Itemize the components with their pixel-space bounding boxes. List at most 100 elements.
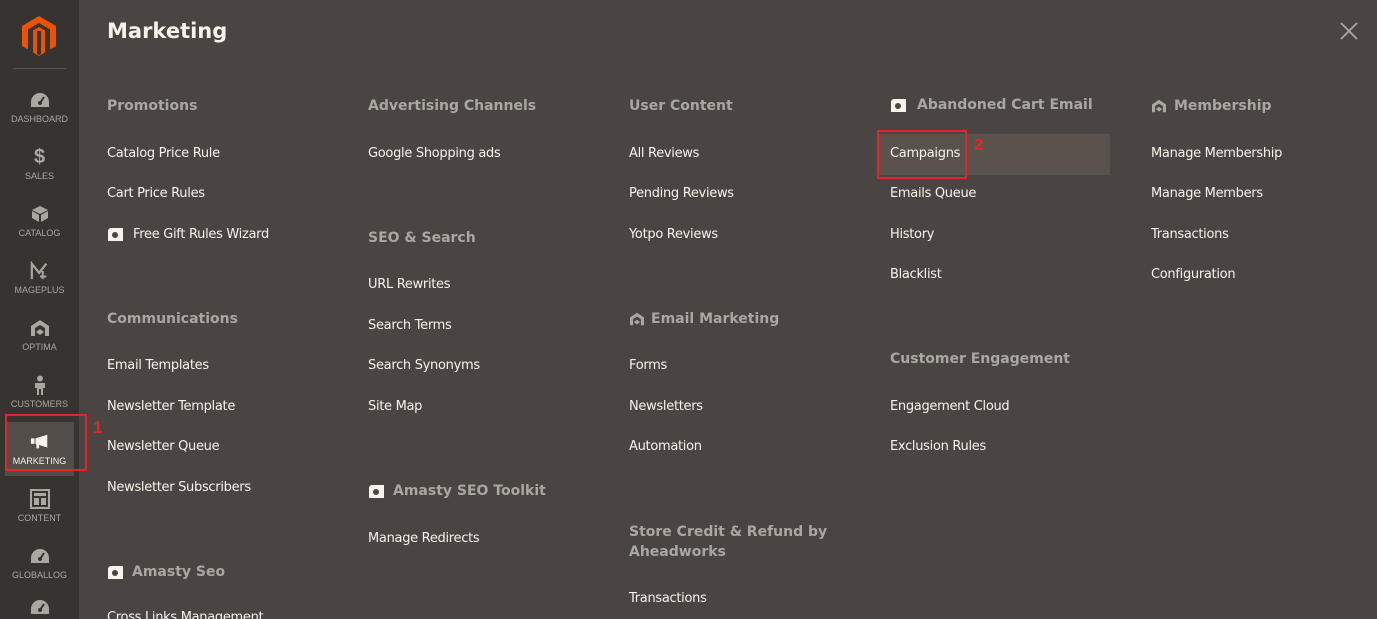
link-cross-links-management[interactable]: Cross Links Management — [107, 610, 264, 619]
link-all-reviews[interactable]: All Reviews — [629, 146, 699, 161]
nav-label: CONTENT — [17, 513, 62, 523]
link-configuration[interactable]: Configuration — [1151, 267, 1236, 282]
link-search-terms[interactable]: Search Terms — [368, 318, 452, 333]
layout-icon — [29, 489, 50, 509]
admin-sidebar: DASHBOARD $ SALES CATALOG MAGEPLUS OPTIM… — [0, 0, 79, 619]
link-label: Catalog Price Rule — [107, 146, 220, 161]
nav-label: MAGEPLUS — [14, 285, 65, 295]
magento-logo-icon[interactable] — [18, 14, 60, 56]
panel-title: Marketing — [107, 19, 228, 43]
link-free-gift-rules-wizard[interactable]: Free Gift Rules Wizard — [107, 227, 269, 242]
link-manage-redirects[interactable]: Manage Redirects — [368, 531, 480, 546]
link-cart-price-rules[interactable]: Cart Price Rules — [107, 186, 205, 201]
nav-item-content[interactable]: CONTENT — [5, 479, 74, 533]
link-automation[interactable]: Automation — [629, 439, 702, 454]
group-title-promotions: Promotions — [107, 98, 198, 114]
link-transactions-store-credit[interactable]: Transactions — [629, 591, 707, 606]
link-label: Exclusion Rules — [890, 439, 986, 454]
group-title-communications: Communications — [107, 311, 238, 327]
nav-item-more[interactable] — [5, 587, 74, 619]
link-label: Free Gift Rules Wizard — [133, 227, 269, 242]
link-newsletters[interactable]: Newsletters — [629, 399, 703, 414]
amasty-logo-icon — [368, 484, 384, 498]
link-transactions-membership[interactable]: Transactions — [1151, 227, 1229, 242]
link-exclusion-rules[interactable]: Exclusion Rules — [890, 439, 986, 454]
group-title-text: Membership — [1174, 98, 1272, 114]
link-label: Cart Price Rules — [107, 186, 205, 201]
link-newsletter-subscribers[interactable]: Newsletter Subscribers — [107, 480, 251, 495]
nav-item-optima[interactable]: OPTIMA — [5, 308, 74, 362]
link-label: Configuration — [1151, 267, 1236, 282]
group-title-membership: Membership — [1151, 98, 1272, 114]
link-label: Search Synonyms — [368, 358, 480, 373]
link-site-map[interactable]: Site Map — [368, 399, 422, 414]
link-label: Email Templates — [107, 358, 209, 373]
link-manage-membership[interactable]: Manage Membership — [1151, 146, 1282, 161]
link-label: Newsletter Template — [107, 399, 236, 414]
group-title-amasty-seo: Amasty Seo — [107, 564, 225, 580]
link-google-shopping-ads[interactable]: Google Shopping ads — [368, 146, 501, 161]
link-emails-queue[interactable]: Emails Queue — [890, 186, 976, 201]
person-icon — [30, 375, 50, 395]
link-label: Cross Links Management — [107, 610, 264, 619]
nav-item-mageplus[interactable]: MAGEPLUS — [5, 251, 74, 305]
link-label: Engagement Cloud — [890, 399, 1010, 414]
nav-item-sales[interactable]: $ SALES — [5, 137, 74, 191]
link-label: Search Terms — [368, 318, 452, 333]
optima-icon — [30, 318, 50, 338]
link-label: All Reviews — [629, 146, 700, 161]
group-title-email-marketing: Email Marketing — [629, 311, 779, 327]
nav-label: CATALOG — [18, 228, 61, 238]
link-label: Yotpo Reviews — [629, 227, 718, 242]
nav-label: SALES — [24, 171, 55, 181]
group-title-amasty-seo-toolkit: Amasty SEO Toolkit — [368, 483, 546, 499]
nav-item-catalog[interactable]: CATALOG — [5, 194, 74, 248]
link-label: Transactions — [629, 591, 707, 606]
optima-icon — [1151, 99, 1167, 113]
link-label: Newsletter Queue — [107, 439, 220, 454]
link-history[interactable]: History — [890, 227, 934, 242]
link-catalog-price-rule[interactable]: Catalog Price Rule — [107, 146, 220, 161]
group-title-store-credit-refund: Store Credit & Refund by Aheadworks — [629, 524, 828, 560]
mageplus-icon — [30, 261, 50, 281]
nav-item-globallog[interactable]: GLOBALLOG — [5, 536, 74, 590]
link-label: Emails Queue — [890, 186, 977, 201]
link-newsletter-template[interactable]: Newsletter Template — [107, 399, 235, 414]
amasty-logo-icon — [890, 98, 906, 112]
link-email-templates[interactable]: Email Templates — [107, 358, 209, 373]
highlight-box-step-2 — [877, 130, 967, 179]
link-engagement-cloud[interactable]: Engagement Cloud — [890, 399, 1010, 414]
link-url-rewrites[interactable]: URL Rewrites — [368, 277, 451, 292]
link-search-synonyms[interactable]: Search Synonyms — [368, 358, 480, 373]
group-title-text: Email Marketing — [651, 311, 780, 327]
link-label: History — [890, 227, 935, 242]
link-label: Forms — [629, 358, 668, 373]
nav-item-dashboard[interactable]: DASHBOARD — [5, 80, 74, 134]
link-blacklist[interactable]: Blacklist — [890, 267, 942, 282]
group-title-text: Amasty SEO Toolkit — [393, 483, 546, 499]
link-newsletter-queue[interactable]: Newsletter Queue — [107, 439, 220, 454]
link-label: Google Shopping ads — [368, 146, 501, 161]
nav-item-customers[interactable]: CUSTOMERS — [5, 365, 74, 419]
dollar-glyph: $ — [33, 146, 46, 168]
link-label: Newsletters — [629, 399, 703, 414]
close-icon[interactable] — [1338, 20, 1360, 42]
group-title-seo-search: SEO & Search — [368, 230, 476, 246]
link-label: Pending Reviews — [629, 186, 734, 201]
box-icon — [30, 204, 50, 224]
link-manage-members[interactable]: Manage Members — [1151, 186, 1263, 201]
link-yotpo-reviews[interactable]: Yotpo Reviews — [629, 227, 718, 242]
step-number-2: 2 — [974, 135, 984, 154]
link-forms[interactable]: Forms — [629, 358, 667, 373]
step-number-1: 1 — [93, 418, 103, 437]
link-pending-reviews[interactable]: Pending Reviews — [629, 186, 734, 201]
group-title-customer-engagement: Customer Engagement — [890, 351, 1071, 367]
link-label: Manage Members — [1151, 186, 1263, 201]
dashboard-icon — [30, 90, 50, 110]
link-label: Blacklist — [890, 267, 942, 282]
link-label: Manage Membership — [1151, 146, 1283, 161]
nav-label: GLOBALLOG — [11, 570, 68, 580]
group-title-text: Amasty Seo — [132, 564, 226, 580]
link-label: Automation — [629, 439, 702, 454]
nav-label: CUSTOMERS — [10, 399, 69, 409]
